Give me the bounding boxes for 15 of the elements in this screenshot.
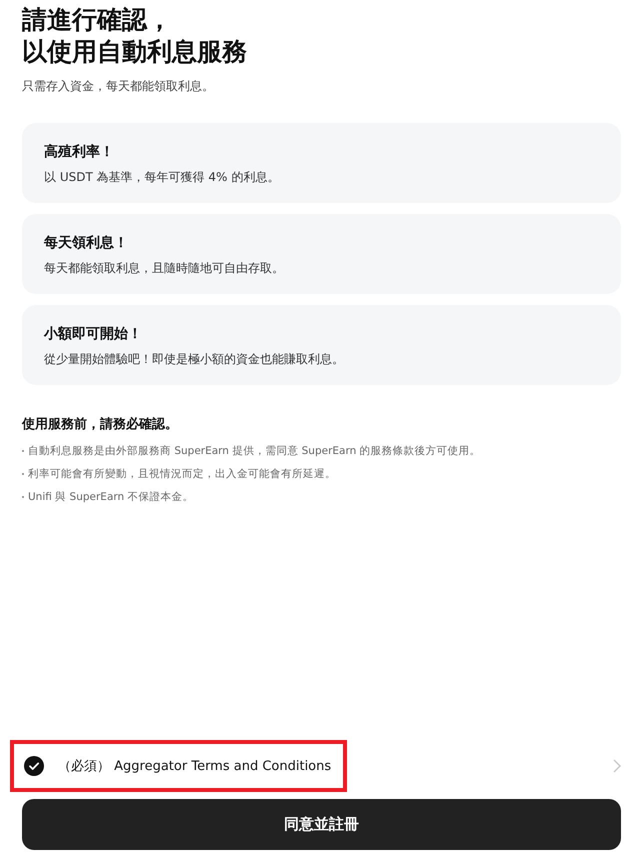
- checkbox[interactable]: [24, 756, 44, 776]
- agree-register-button[interactable]: 同意並註冊: [22, 799, 621, 850]
- subtitle: 只需存入資金，每天都能領取利息。: [22, 78, 215, 95]
- page-title: 請進行確認， 以使用自動利息服務: [22, 4, 248, 68]
- feature-title: 高殖利率！: [44, 143, 115, 161]
- feature-description: 從少量開始體驗吧！即使是極小額的資金也能賺取利息。: [44, 351, 345, 368]
- feature-description: 以 USDT 為基準，每年可獲得 4% 的利息。: [44, 169, 280, 186]
- notice-item: 自動利息服務是由外部服務商 SuperEarn 提供，需同意 SuperEarn 的服務條款後方可使用。: [28, 444, 481, 458]
- notice-heading: 使用服務前，請務必確認。: [22, 416, 179, 433]
- notice-item: 利率可能會有所變動，且視情況而定，出入金可能會有所延遲。: [28, 466, 336, 480]
- feature-description: 每天都能領取利息，且隨時隨地可自由存取。: [44, 260, 285, 277]
- notice-item: Unifi 與 SuperEarn 不保證本金。: [28, 490, 194, 504]
- feature-title: 每天領利息！: [44, 234, 129, 252]
- terms-link[interactable]: （必須） Aggregator Terms and Conditions: [58, 757, 332, 775]
- feature-title: 小額即可開始！: [44, 325, 143, 343]
